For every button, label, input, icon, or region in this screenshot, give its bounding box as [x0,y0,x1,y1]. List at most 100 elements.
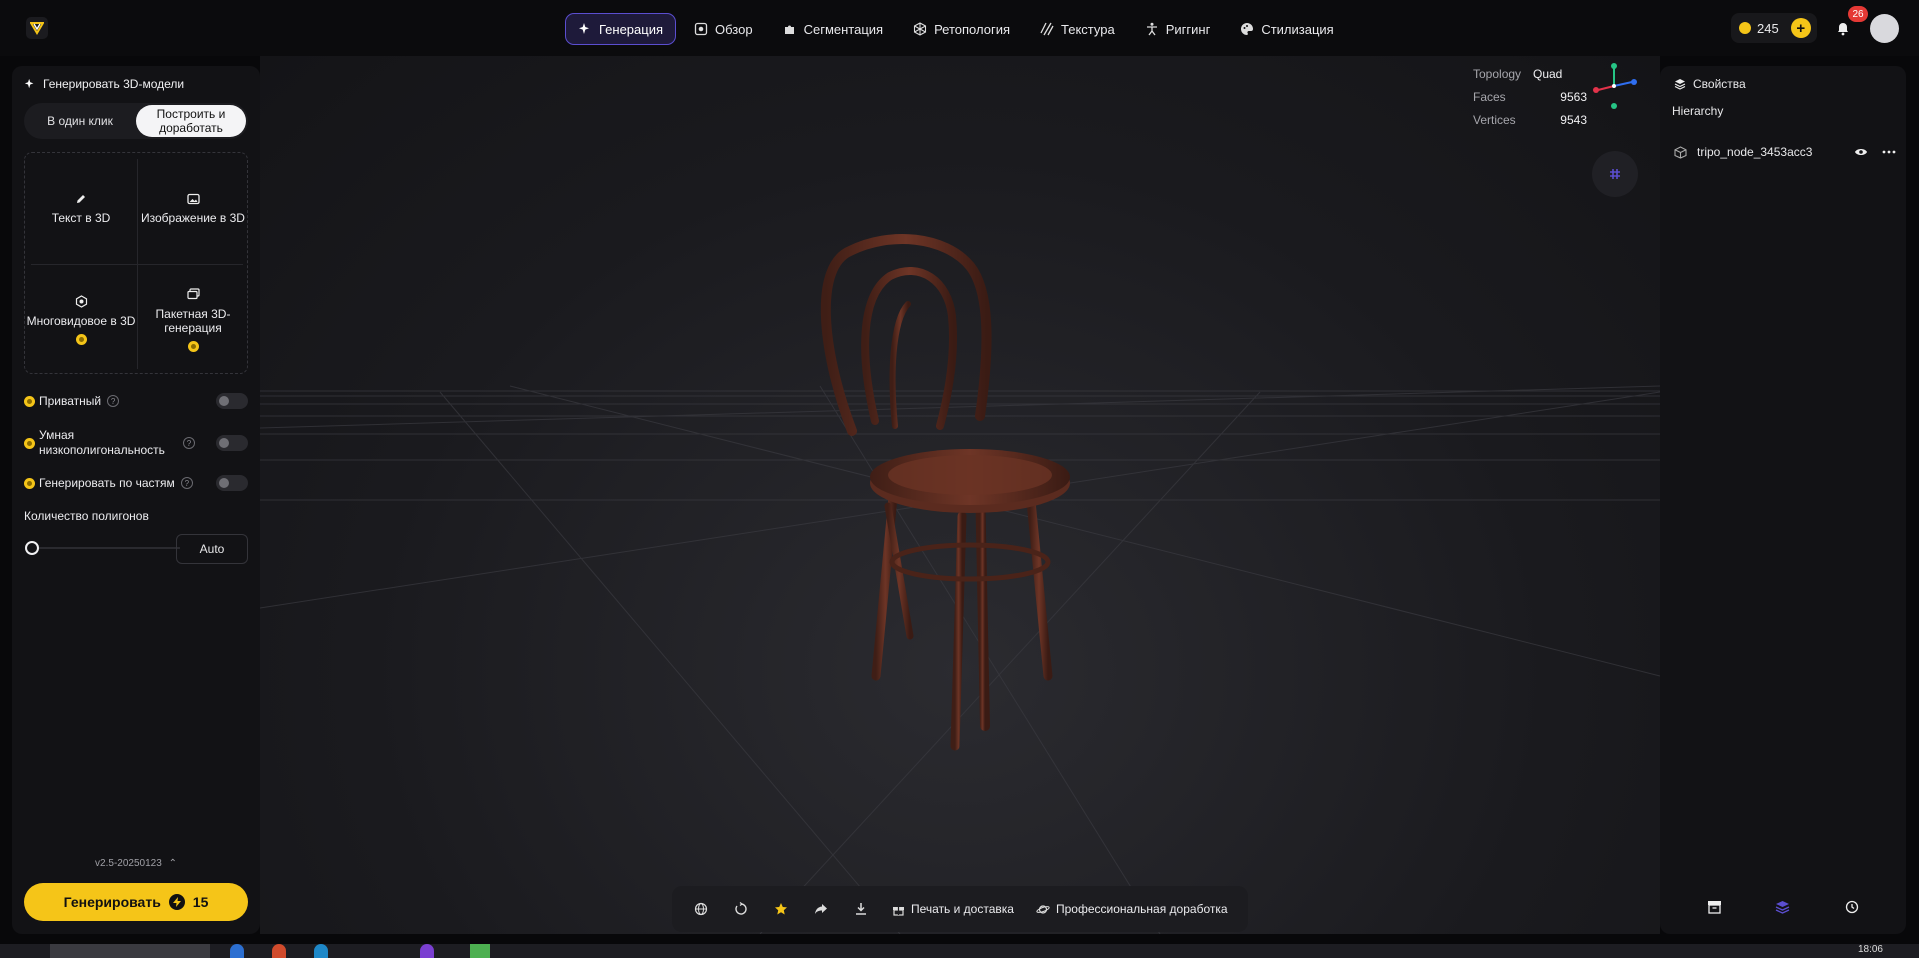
mode-text-to-3d[interactable]: Текст в 3D [25,153,137,264]
taskbar-active-app[interactable] [50,944,210,958]
stat-key: Faces [1473,89,1506,104]
nav-item-rigging[interactable]: Риггинг [1133,13,1223,45]
avatar[interactable] [1870,14,1899,43]
nav-item-stylization[interactable]: Стилизация [1228,13,1345,45]
stat-key: Topology [1473,66,1522,81]
nav-item-segmentation[interactable]: Сегментация [771,13,896,45]
option-label: Умная низкополигональность [39,428,165,457]
nav-item-retopology[interactable]: Ретопология [901,13,1022,45]
batch-icon [186,288,200,301]
history-tab[interactable] [1841,896,1863,918]
chevron-up-icon: ⌃ [168,858,177,869]
help-icon[interactable]: ? [180,477,193,489]
stat-row: Vertices 9543 [1473,108,1587,131]
figure-icon [1146,22,1157,36]
help-icon[interactable]: ? [107,395,120,407]
generate-parts-toggle[interactable] [216,475,248,491]
polygon-count-label: Количество полигонов [24,509,149,523]
layers-tab[interactable] [1772,896,1794,918]
polygon-count-input[interactable]: Auto [176,534,248,564]
star-icon [775,903,787,915]
mode-batch-generation[interactable]: Пакетная 3D-генерация [137,264,249,375]
gift-icon [893,906,904,916]
texture-icon [1040,22,1054,36]
cube-icon [1674,145,1687,159]
camera-view-button[interactable] [1592,151,1638,197]
pro-refinement-label: Профессиональная доработка [1055,902,1228,916]
viewport-toolbar: Печать и доставка Профессиональная дораб… [672,886,1248,932]
stat-value: Quad [1533,66,1563,81]
polygon-slider-track[interactable] [38,547,180,549]
nav-item-label: Обзор [715,21,753,37]
layers-icon [1674,79,1686,90]
taskbar-app-icon[interactable] [230,944,244,958]
rotate-icon [735,902,747,915]
premium-icon [24,477,35,489]
main-nav: Генерация Обзор Сегментация Ретопология … [565,13,1346,45]
hierarchy-label: Hierarchy [1672,104,1724,118]
nav-item-label: Ретопология [934,21,1011,37]
rotate-button[interactable] [724,892,758,926]
premium-icon [24,437,35,449]
node-name: tripo_node_3453acc3 [1697,145,1813,159]
model-version-selector[interactable]: v2.5-20250123 ⌃ [12,858,260,869]
history-icon [1845,900,1858,914]
archive-tab[interactable] [1703,896,1725,918]
mode-multiview-to-3d[interactable]: Многовидовое в 3D [25,264,137,375]
generation-panel: Генерировать 3D-модели В один клик Постр… [12,66,260,934]
notification-badge: 26 [1848,6,1868,22]
panel-bottom-tabs [1660,896,1906,918]
visibility-toggle[interactable] [1854,147,1868,157]
panel-title: Генерировать 3D-модели [24,77,184,91]
credits-balance[interactable]: 245 + [1731,13,1817,43]
palette-icon [1241,23,1254,35]
hierarchy-node[interactable]: tripo_node_3453acc3 [1674,141,1896,163]
smart-lowpoly-toggle[interactable] [216,435,248,451]
share-button[interactable] [804,892,838,926]
pro-refinement-button[interactable]: Профессиональная доработка [1028,902,1236,916]
taskbar-app-icon[interactable] [314,944,328,958]
mode-label: Многовидовое в 3D [26,313,136,328]
polygon-slider-knob[interactable] [25,541,39,555]
axis-gizmo-icon[interactable] [1586,62,1642,110]
3d-viewport[interactable]: Topology Quad Faces 9563 Vertices 9543 [260,56,1660,934]
favorite-button[interactable] [764,892,798,926]
taskbar-app-icon[interactable] [470,944,490,958]
lightning-icon [168,894,185,910]
layers-icon [1776,901,1790,914]
generation-modes: Текст в 3D Изображение в 3D Многовидовое… [24,152,248,374]
stat-row: Faces 9563 [1473,85,1587,108]
mesh-icon [914,22,927,36]
scan-icon [694,22,708,36]
generate-button[interactable]: Генерировать 15 [24,883,248,921]
properties-title-label: Свойства [1693,77,1746,91]
one-click-option[interactable]: В один клик [24,103,136,139]
chair-model [820,234,1070,751]
add-credits-button[interactable]: + [1790,18,1811,38]
premium-icon [24,395,35,407]
taskbar-app-icon[interactable] [272,944,286,958]
taskbar-app-icon[interactable] [420,944,434,958]
app-logo[interactable] [26,17,48,39]
pencil-icon [75,192,88,205]
nav-item-generation[interactable]: Генерация [565,13,677,45]
private-toggle[interactable] [216,393,248,409]
mode-image-to-3d[interactable]: Изображение в 3D [137,153,249,264]
nav-item-overview[interactable]: Обзор [682,13,765,45]
mode-switch: В один клик Построить и доработать [24,103,248,139]
mesh-stats: Topology Quad Faces 9563 Vertices 9543 [1473,62,1587,131]
bell-icon [1838,22,1848,35]
stat-value: 9543 [1560,112,1587,127]
print-delivery-button[interactable]: Печать и доставка [884,902,1022,916]
download-button[interactable] [844,892,878,926]
build-refine-option[interactable]: Построить и доработать [136,105,246,137]
wireframe-button[interactable] [684,892,718,926]
mode-label: Пакетная 3D-генерация [155,306,231,335]
download-icon [856,903,866,915]
option-generate-parts: Генерировать по частям ? [24,475,248,491]
help-icon[interactable]: ? [183,437,195,449]
taskbar-clock: 18:06 [1857,944,1883,955]
nav-item-label: Риггинг [1165,21,1211,37]
nav-item-texture[interactable]: Текстура [1028,13,1127,45]
more-options-button[interactable] [1882,150,1896,154]
